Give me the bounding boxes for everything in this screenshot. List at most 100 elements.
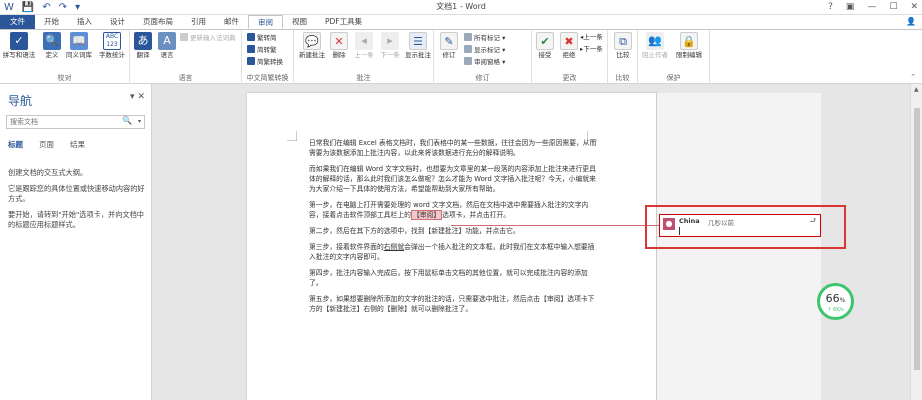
- scroll-up-icon[interactable]: ▲: [914, 86, 919, 93]
- reviewing-pane-button[interactable]: 审阅窗格 ▾: [464, 57, 505, 67]
- new-comment-icon: 💬: [303, 32, 321, 50]
- translate-icon: あ: [134, 32, 152, 50]
- commented-text[interactable]: 【审阅】: [410, 210, 443, 220]
- maximize-button[interactable]: ☐: [889, 0, 897, 14]
- tab-review[interactable]: 审阅: [248, 15, 283, 29]
- group-label-tracking: 修订: [475, 74, 490, 82]
- spelling-grammar-button[interactable]: ✓ 拼写和语法: [2, 32, 36, 59]
- thesaurus-icon: 📖: [70, 32, 88, 50]
- nav-pane-controls: ▾ ✕: [130, 92, 145, 102]
- compare-button[interactable]: ⧉ 比较: [612, 32, 634, 59]
- search-dropdown-icon[interactable]: ▾: [138, 116, 141, 128]
- nav-tab-headings[interactable]: 标题: [8, 139, 23, 150]
- ribbon: ✓ 拼写和语法 🔍 定义 📖 同义词库 ABC 123 字数统计 校对 あ 翻译 …: [0, 29, 922, 84]
- search-icon[interactable]: 🔍: [122, 116, 132, 125]
- chinese-convert-button[interactable]: 简繁转换: [247, 57, 283, 67]
- reject-button[interactable]: ✖ 拒绝: [558, 32, 580, 59]
- paragraph: 第四步，批注内容输入完成后，按下用鼠标单击文档的其他位置，就可以完成批注内容的添…: [309, 269, 588, 287]
- nav-close-icon[interactable]: ✕: [137, 92, 145, 102]
- to-traditional-button[interactable]: 简转繁: [247, 45, 277, 55]
- simplified-icon: [247, 33, 255, 41]
- group-compare: ⧉ 比较 比较: [608, 30, 638, 84]
- window-title: 文档1 - Word: [436, 2, 486, 11]
- tab-pdf-tools[interactable]: PDF工具集: [316, 15, 371, 29]
- markup-select[interactable]: 所有标记 ▾: [464, 33, 505, 43]
- gauge-speed: ↑ 6K/s: [827, 307, 844, 313]
- collapse-ribbon-icon[interactable]: ⌃: [910, 73, 916, 81]
- tab-file[interactable]: 文件: [0, 15, 35, 29]
- paragraph: 日常我们在编辑 Excel 表格文档时，我们表格中的某一些数据，往往会因为一些原…: [309, 139, 597, 157]
- delete-comment-button[interactable]: ✕ 删除: [328, 32, 350, 59]
- paragraph: 第五步，如果想要删除所添加的文字的批注的话，只需要选中批注，然后点击【审阅】选项…: [309, 295, 595, 313]
- next-comment-icon: ▸: [381, 32, 399, 50]
- scrollbar-thumb[interactable]: [914, 108, 920, 370]
- track-changes-icon: ✎: [440, 32, 458, 50]
- tab-design[interactable]: 设计: [101, 15, 134, 29]
- define-icon: 🔍: [43, 32, 61, 50]
- minimize-button[interactable]: —: [867, 0, 876, 14]
- help-button[interactable]: ?: [828, 0, 833, 14]
- new-comment-button[interactable]: 💬 新建批注: [298, 32, 326, 59]
- accept-button[interactable]: ✔ 接受: [534, 32, 556, 59]
- tab-references[interactable]: 引用: [182, 15, 215, 29]
- update-ime-dictionary-button[interactable]: 更新输入法词典: [180, 33, 236, 43]
- group-label-protect: 保护: [666, 74, 681, 82]
- show-comments-icon: ☰: [409, 32, 427, 50]
- navigation-pane: 导航 ▾ ✕ 🔍 ▾ 标题 页面 结果 创建文档的交互式大纲。 它是跟踪您的具体…: [0, 84, 152, 400]
- language-icon: A: [158, 32, 176, 50]
- spelling-marked-text: 右侧就: [383, 243, 405, 251]
- ribbon-tabs: 文件 开始 插入 设计 页面布局 引用 邮件 审阅 视图 PDF工具集: [0, 15, 922, 29]
- group-label-language: 语言: [178, 74, 193, 82]
- thesaurus-button[interactable]: 📖 同义词库: [64, 32, 94, 59]
- to-simplified-button[interactable]: 繁转简: [247, 33, 277, 43]
- group-chinese-conversion: 繁转简 简转繁 简繁转换 中文简繁转换: [242, 30, 294, 84]
- group-changes: ✔ 接受 ✖ 拒绝 ◂上一条 ▸下一条 更改: [532, 30, 608, 84]
- tab-mailings[interactable]: 邮件: [215, 15, 248, 29]
- highlight-box: [645, 205, 846, 249]
- paragraph: 第三步，接着软件界面的右侧就会弹出一个插入批注的文本框，此时我们在文本框中输入想…: [309, 243, 595, 261]
- language-button[interactable]: A 语言: [156, 32, 178, 59]
- convert-icon: [247, 57, 255, 65]
- previous-change-button[interactable]: ◂上一条: [580, 33, 603, 42]
- define-button[interactable]: 🔍 定义: [40, 32, 64, 59]
- nav-search-input[interactable]: [7, 116, 117, 128]
- restrict-editing-button[interactable]: 🔒 限制编辑: [672, 32, 706, 59]
- nav-help-text: 创建文档的交互式大纲。 它是跟踪您的具体位置或快速移动内容的好方式。 要开始，请…: [8, 168, 148, 236]
- block-authors-button[interactable]: 👥 阻止作者: [640, 32, 670, 59]
- show-markup-button[interactable]: 显示标记 ▾: [464, 45, 505, 55]
- document-page[interactable]: 日常我们在编辑 Excel 表格文档时，我们表格中的某一些数据，往往会因为一些原…: [247, 93, 657, 400]
- tab-insert[interactable]: 插入: [68, 15, 101, 29]
- user-icon[interactable]: 👤: [906, 15, 916, 29]
- nav-tab-pages[interactable]: 页面: [39, 139, 54, 150]
- next-change-button[interactable]: ▸下一条: [580, 45, 603, 54]
- group-language: あ 翻译 A 语言 更新输入法词典 语言: [130, 30, 242, 84]
- nav-options-icon[interactable]: ▾: [130, 92, 135, 102]
- track-changes-button[interactable]: ✎ 修订: [438, 32, 460, 59]
- markup-icon: [464, 33, 472, 41]
- traditional-icon: [247, 45, 255, 53]
- group-label-proofing: 校对: [57, 74, 72, 82]
- gauge-percent: 66%: [825, 292, 846, 305]
- next-comment-button[interactable]: ▸ 下一条: [378, 32, 402, 59]
- tab-layout[interactable]: 页面布局: [134, 15, 182, 29]
- word-count-button[interactable]: ABC 123 字数统计: [96, 32, 128, 59]
- tab-view[interactable]: 视图: [283, 15, 316, 29]
- spell-check-icon: ✓: [10, 32, 28, 50]
- document-body[interactable]: 日常我们在编辑 Excel 表格文档时，我们表格中的某一些数据，往往会因为一些原…: [309, 138, 599, 320]
- translate-button[interactable]: あ 翻译: [132, 32, 154, 59]
- network-speed-gauge[interactable]: 66% ↑ 6K/s: [817, 283, 854, 320]
- previous-comment-button[interactable]: ◂ 上一条: [352, 32, 376, 59]
- tab-home[interactable]: 开始: [35, 15, 68, 29]
- group-proofing: ✓ 拼写和语法 🔍 定义 📖 同义词库 ABC 123 字数统计 校对: [0, 30, 130, 84]
- title-bar: W 💾 ↶ ↷ ▾ 文档1 - Word ? ▣ — ☐ ✕: [0, 0, 922, 15]
- ribbon-display-button[interactable]: ▣: [846, 0, 855, 14]
- vertical-scrollbar[interactable]: ▲: [910, 84, 922, 400]
- block-authors-icon: 👥: [646, 32, 664, 50]
- group-label-comments: 批注: [356, 74, 371, 82]
- nav-tab-results[interactable]: 结果: [70, 139, 85, 150]
- group-label-compare: 比较: [615, 74, 630, 82]
- lock-icon: 🔒: [680, 32, 698, 50]
- group-tracking: ✎ 修订 所有标记 ▾ 显示标记 ▾ 审阅窗格 ▾ 修订: [434, 30, 532, 84]
- close-button[interactable]: ✕: [910, 0, 918, 14]
- show-comments-button[interactable]: ☰ 显示批注: [404, 32, 432, 59]
